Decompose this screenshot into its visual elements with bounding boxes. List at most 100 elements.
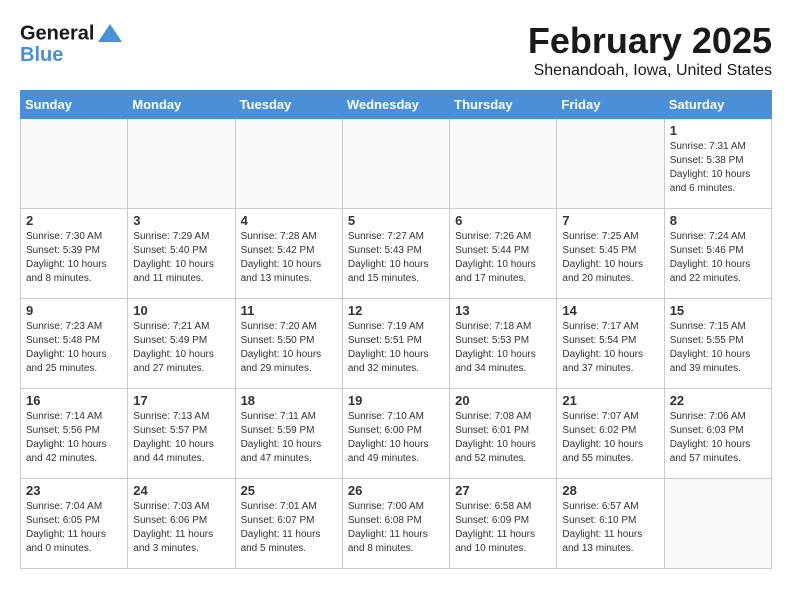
day-number: 23 (26, 483, 122, 498)
day-info: Sunrise: 7:00 AM Sunset: 6:08 PM Dayligh… (348, 500, 444, 556)
day-info: Sunrise: 7:27 AM Sunset: 5:43 PM Dayligh… (348, 230, 444, 286)
logo: General Blue (20, 20, 126, 67)
day-cell: 18 Sunrise: 7:11 AM Sunset: 5:59 PM Dayli… (235, 389, 342, 479)
logo-icon (96, 20, 124, 48)
day-number: 28 (562, 483, 658, 498)
day-info: Sunrise: 7:29 AM Sunset: 5:40 PM Dayligh… (133, 230, 229, 286)
day-info: Sunrise: 7:08 AM Sunset: 6:01 PM Dayligh… (455, 410, 551, 466)
logo-general: General (20, 22, 94, 44)
day-cell: 20 Sunrise: 7:08 AM Sunset: 6:01 PM Dayli… (450, 389, 557, 479)
day-info: Sunrise: 7:13 AM Sunset: 5:57 PM Dayligh… (133, 410, 229, 466)
weekday-header-saturday: Saturday (664, 91, 771, 119)
day-info: Sunrise: 7:31 AM Sunset: 5:38 PM Dayligh… (670, 140, 766, 196)
day-number: 14 (562, 303, 658, 318)
day-cell: 4Sunrise: 7:28 AM Sunset: 5:42 PM Daylig… (235, 209, 342, 299)
day-number: 16 (26, 393, 122, 408)
day-number: 22 (670, 393, 766, 408)
day-number: 2 (26, 213, 122, 228)
weekday-header-wednesday: Wednesday (342, 91, 449, 119)
day-cell: 6 Sunrise: 7:26 AM Sunset: 5:44 PM Daylig… (450, 209, 557, 299)
day-cell: 10Sunrise: 7:21 AM Sunset: 5:49 PM Dayli… (128, 299, 235, 389)
day-number: 20 (455, 393, 551, 408)
day-cell: 17 Sunrise: 7:13 AM Sunset: 5:57 PM Dayli… (128, 389, 235, 479)
week-row-3: 9Sunrise: 7:23 AM Sunset: 5:48 PM Daylig… (21, 299, 772, 389)
day-info: Sunrise: 6:57 AM Sunset: 6:10 PM Dayligh… (562, 500, 658, 556)
day-info: Sunrise: 7:19 AM Sunset: 5:51 PM Dayligh… (348, 320, 444, 376)
day-info: Sunrise: 7:15 AM Sunset: 5:55 PM Dayligh… (670, 320, 766, 376)
day-cell: 14 Sunrise: 7:17 AM Sunset: 5:54 PM Dayli… (557, 299, 664, 389)
day-info: Sunrise: 7:04 AM Sunset: 6:05 PM Dayligh… (26, 500, 122, 556)
weekday-header-monday: Monday (128, 91, 235, 119)
day-cell: 15 Sunrise: 7:15 AM Sunset: 5:55 PM Dayli… (664, 299, 771, 389)
day-cell (342, 119, 449, 209)
day-info: Sunrise: 7:01 AM Sunset: 6:07 PM Dayligh… (241, 500, 337, 556)
day-cell: 16Sunrise: 7:14 AM Sunset: 5:56 PM Dayli… (21, 389, 128, 479)
day-cell: 24 Sunrise: 7:03 AM Sunset: 6:06 PM Dayli… (128, 479, 235, 569)
day-cell: 23 Sunrise: 7:04 AM Sunset: 6:05 PM Dayli… (21, 479, 128, 569)
day-cell (450, 119, 557, 209)
week-row-4: 16Sunrise: 7:14 AM Sunset: 5:56 PM Dayli… (21, 389, 772, 479)
weekday-header-sunday: Sunday (21, 91, 128, 119)
day-info: Sunrise: 7:20 AM Sunset: 5:50 PM Dayligh… (241, 320, 337, 376)
day-cell: 7 Sunrise: 7:25 AM Sunset: 5:45 PM Daylig… (557, 209, 664, 299)
day-info: Sunrise: 7:30 AM Sunset: 5:39 PM Dayligh… (26, 230, 122, 286)
day-cell: 26 Sunrise: 7:00 AM Sunset: 6:08 PM Dayli… (342, 479, 449, 569)
day-cell: 19 Sunrise: 7:10 AM Sunset: 6:00 PM Dayli… (342, 389, 449, 479)
day-number: 6 (455, 213, 551, 228)
day-info: Sunrise: 7:24 AM Sunset: 5:46 PM Dayligh… (670, 230, 766, 286)
location-text: Shenandoah, Iowa, United States (528, 62, 772, 80)
day-number: 24 (133, 483, 229, 498)
day-cell: 9Sunrise: 7:23 AM Sunset: 5:48 PM Daylig… (21, 299, 128, 389)
week-row-2: 2 Sunrise: 7:30 AM Sunset: 5:39 PM Daylig… (21, 209, 772, 299)
day-cell (557, 119, 664, 209)
day-info: Sunrise: 7:10 AM Sunset: 6:00 PM Dayligh… (348, 410, 444, 466)
day-cell (235, 119, 342, 209)
day-cell: 12 Sunrise: 7:19 AM Sunset: 5:51 PM Dayli… (342, 299, 449, 389)
day-number: 13 (455, 303, 551, 318)
day-number: 21 (562, 393, 658, 408)
day-number: 27 (455, 483, 551, 498)
day-cell: 28 Sunrise: 6:57 AM Sunset: 6:10 PM Dayli… (557, 479, 664, 569)
day-cell: 2 Sunrise: 7:30 AM Sunset: 5:39 PM Daylig… (21, 209, 128, 299)
day-info: Sunrise: 7:25 AM Sunset: 5:45 PM Dayligh… (562, 230, 658, 286)
day-number: 11 (241, 303, 337, 318)
month-title: February 2025 (528, 20, 772, 62)
day-cell: 5 Sunrise: 7:27 AM Sunset: 5:43 PM Daylig… (342, 209, 449, 299)
day-cell (664, 479, 771, 569)
day-number: 1 (670, 123, 766, 138)
day-number: 26 (348, 483, 444, 498)
day-number: 17 (133, 393, 229, 408)
day-info: Sunrise: 7:03 AM Sunset: 6:06 PM Dayligh… (133, 500, 229, 556)
page-header: General Blue February 2025 Shenandoah, I… (20, 20, 772, 80)
day-cell: 3 Sunrise: 7:29 AM Sunset: 5:40 PM Daylig… (128, 209, 235, 299)
day-number: 5 (348, 213, 444, 228)
weekday-header-tuesday: Tuesday (235, 91, 342, 119)
day-cell: 11 Sunrise: 7:20 AM Sunset: 5:50 PM Dayli… (235, 299, 342, 389)
day-info: Sunrise: 7:11 AM Sunset: 5:59 PM Dayligh… (241, 410, 337, 466)
day-cell (21, 119, 128, 209)
day-number: 18 (241, 393, 337, 408)
day-info: Sunrise: 7:17 AM Sunset: 5:54 PM Dayligh… (562, 320, 658, 376)
day-number: 19 (348, 393, 444, 408)
week-row-1: 1 Sunrise: 7:31 AM Sunset: 5:38 PM Daylig… (21, 119, 772, 209)
week-row-5: 23 Sunrise: 7:04 AM Sunset: 6:05 PM Dayli… (21, 479, 772, 569)
day-info: Sunrise: 6:58 AM Sunset: 6:09 PM Dayligh… (455, 500, 551, 556)
day-cell: 21 Sunrise: 7:07 AM Sunset: 6:02 PM Dayli… (557, 389, 664, 479)
day-cell: 25Sunrise: 7:01 AM Sunset: 6:07 PM Dayli… (235, 479, 342, 569)
day-number: 12 (348, 303, 444, 318)
day-cell: 22 Sunrise: 7:06 AM Sunset: 6:03 PM Dayli… (664, 389, 771, 479)
day-info: Sunrise: 7:06 AM Sunset: 6:03 PM Dayligh… (670, 410, 766, 466)
day-cell: 8Sunrise: 7:24 AM Sunset: 5:46 PM Daylig… (664, 209, 771, 299)
day-number: 7 (562, 213, 658, 228)
day-cell: 27 Sunrise: 6:58 AM Sunset: 6:09 PM Dayli… (450, 479, 557, 569)
day-info: Sunrise: 7:26 AM Sunset: 5:44 PM Dayligh… (455, 230, 551, 286)
title-block: February 2025 Shenandoah, Iowa, United S… (528, 20, 772, 80)
day-number: 9 (26, 303, 122, 318)
day-cell: 1 Sunrise: 7:31 AM Sunset: 5:38 PM Daylig… (664, 119, 771, 209)
day-info: Sunrise: 7:18 AM Sunset: 5:53 PM Dayligh… (455, 320, 551, 376)
day-number: 3 (133, 213, 229, 228)
day-number: 10 (133, 303, 229, 318)
day-number: 4 (241, 213, 337, 228)
day-number: 15 (670, 303, 766, 318)
day-info: Sunrise: 7:07 AM Sunset: 6:02 PM Dayligh… (562, 410, 658, 466)
